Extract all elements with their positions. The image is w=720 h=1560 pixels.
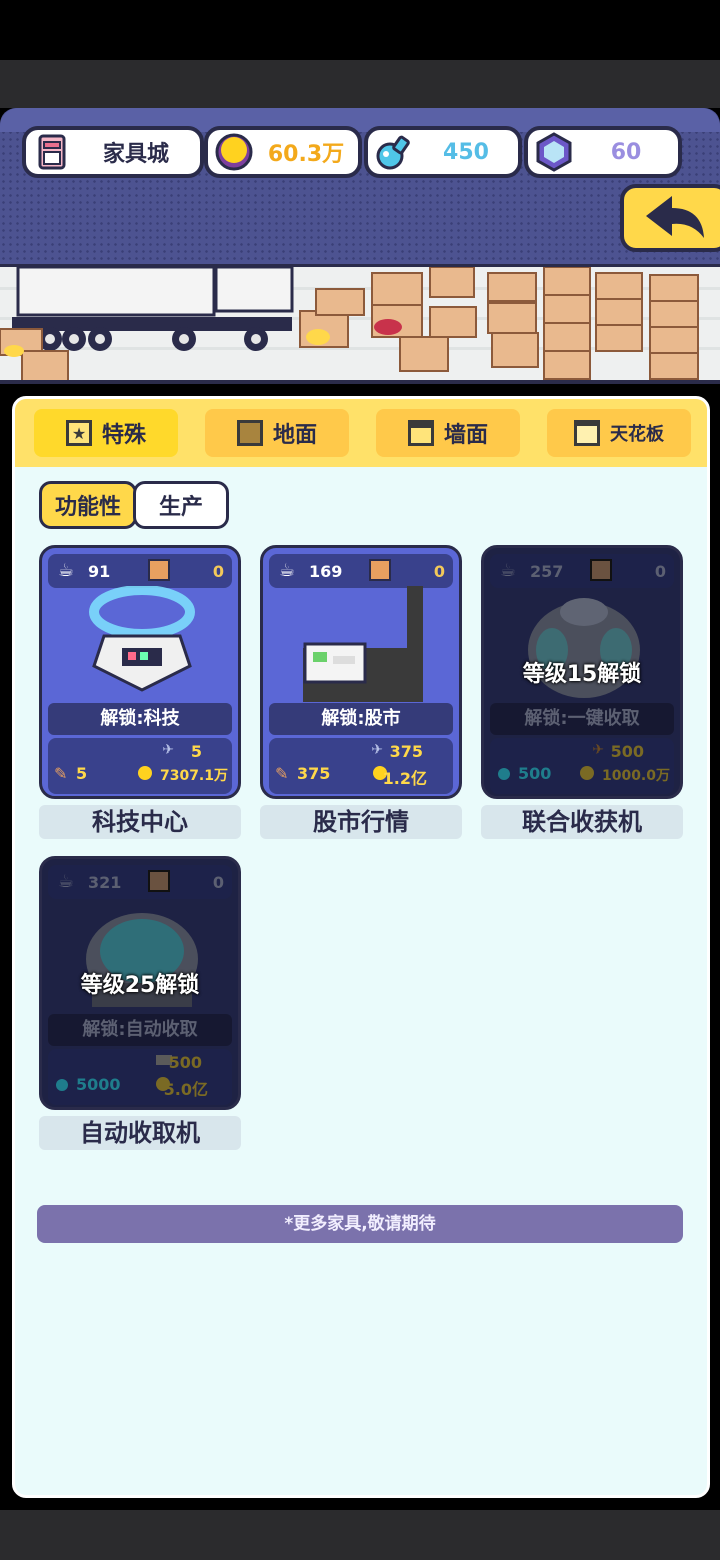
cost-potion: 500 <box>518 764 552 783</box>
item-name-auto-collector: 自动收取机 <box>39 1116 241 1150</box>
stock-market-art <box>303 586 423 702</box>
subtab-functional[interactable]: 功能性 <box>39 481 137 529</box>
cup-icon: ☕ <box>58 871 75 892</box>
card-unlock-label: 解锁:一键收取 <box>490 703 674 735</box>
gem-pill: 60 <box>524 126 682 178</box>
furniture-panel: ★ 特殊 地面 墙面 天花板 功能性 生产 ☕ 91 0 解锁:科技 ✈ 5 ✎… <box>12 396 710 1498</box>
card-costs: ✈ 500 500 1000.0万 <box>490 738 674 794</box>
category-tabs: ★ 特殊 地面 墙面 天花板 <box>15 399 707 467</box>
potion-pill: 450 <box>364 126 522 178</box>
tool-icon: ✈ <box>592 742 604 758</box>
potion-small-icon <box>498 768 510 780</box>
store-icon <box>32 132 72 172</box>
subtab-production[interactable]: 生产 <box>133 481 229 529</box>
potion-icon <box>374 132 414 172</box>
card-unlock-label: 解锁:自动收取 <box>48 1014 232 1046</box>
back-arrow-icon <box>646 196 704 238</box>
gold-amount: 60.3万 <box>267 142 345 167</box>
cost-ticket: 5 <box>76 764 88 783</box>
card-count: 0 <box>433 562 445 581</box>
ceiling-icon <box>574 420 600 446</box>
coin-icon <box>138 766 152 780</box>
gold-pill: 60.3万 <box>204 126 362 178</box>
cup-icon: ☕ <box>500 560 517 581</box>
card-topbar: ☕ 321 0 <box>48 865 232 899</box>
cost-gold: 5.0亿 <box>163 1080 208 1099</box>
item-name-stock-market: 股市行情 <box>260 805 462 839</box>
card-topbar: ☕ 91 0 <box>48 554 232 588</box>
shop-name: 家具城 <box>102 142 169 167</box>
card-level: 91 <box>88 562 111 581</box>
cost-tool: 5 <box>190 742 202 761</box>
coin-icon <box>580 766 594 780</box>
box-icon <box>148 559 170 581</box>
tab-ceiling-label: 天花板 <box>610 424 664 445</box>
tool-icon: ✈ <box>371 742 383 758</box>
tech-center-art <box>89 586 195 692</box>
potion-small-icon <box>56 1079 68 1091</box>
card-count: 0 <box>212 873 224 892</box>
ticket-icon: ✎ <box>54 764 68 783</box>
cost-tool: 375 <box>389 742 423 761</box>
floor-icon <box>236 420 263 446</box>
card-costs: 500 5000 5.0亿 <box>48 1049 232 1105</box>
item-card-combine-harvester[interactable]: ☕ 257 0 等级15解锁 解锁:一键收取 ✈ 500 500 1000.0万 <box>481 545 683 799</box>
card-costs: ✈ 5 ✎ 5 7307.1万 <box>48 738 232 794</box>
card-unlock-label: 解锁:股市 <box>269 703 453 735</box>
ticket-icon: ✎ <box>275 764 289 783</box>
potion-amount: 450 <box>443 139 489 165</box>
lock-message: 等级25解锁 <box>80 973 200 998</box>
box-icon <box>590 559 612 581</box>
tab-special[interactable]: ★ 特殊 <box>34 409 178 457</box>
gold-coin-icon <box>214 132 254 172</box>
tool-icon: ✈ <box>162 742 174 758</box>
card-level: 321 <box>88 873 122 892</box>
gem-amount: 60 <box>610 139 642 165</box>
tab-wall-label: 墙面 <box>443 423 488 448</box>
tab-floor-label: 地面 <box>272 423 317 448</box>
cup-icon: ☕ <box>279 560 296 581</box>
item-card-tech-center[interactable]: ☕ 91 0 解锁:科技 ✈ 5 ✎ 5 7307.1万 <box>39 545 241 799</box>
shop-name-pill: 家具城 <box>22 126 204 178</box>
back-button[interactable] <box>620 184 720 252</box>
tab-floor[interactable]: 地面 <box>205 409 349 457</box>
cost-gold: 7307.1万 <box>159 768 228 784</box>
cost-tool: 500 <box>610 742 644 761</box>
star-icon: ★ <box>65 420 92 446</box>
card-topbar: ☕ 169 0 <box>269 554 453 588</box>
cost-stone: 500 <box>168 1053 202 1072</box>
cost-ticket: 375 <box>297 764 331 783</box>
card-topbar: ☕ 257 0 <box>490 554 674 588</box>
warehouse-scene <box>0 264 720 384</box>
cost-gold: 1000.0万 <box>601 768 670 784</box>
cost-gold: 1.2亿 <box>382 769 427 788</box>
card-count: 0 <box>212 562 224 581</box>
card-level: 257 <box>530 562 564 581</box>
top-band <box>0 60 720 108</box>
card-level: 169 <box>309 562 343 581</box>
item-card-auto-collector[interactable]: ☕ 321 0 等级25解锁 解锁:自动收取 500 5000 5.0亿 <box>39 856 241 1110</box>
tab-wall[interactable]: 墙面 <box>376 409 520 457</box>
item-card-stock-market[interactable]: ☕ 169 0 解锁:股市 ✈ 375 ✎ 375 1.2亿 <box>260 545 462 799</box>
card-count: 0 <box>654 562 666 581</box>
cost-potion: 5000 <box>76 1075 121 1094</box>
card-unlock-label: 解锁:科技 <box>48 703 232 735</box>
box-icon <box>369 559 391 581</box>
tab-ceiling[interactable]: 天花板 <box>547 409 691 457</box>
item-name-combine-harvester: 联合收获机 <box>481 805 683 839</box>
card-costs: ✈ 375 ✎ 375 1.2亿 <box>269 738 453 794</box>
lock-message: 等级15解锁 <box>522 662 642 687</box>
status-bar <box>0 0 720 60</box>
more-furniture-note: *更多家具,敬请期待 <box>37 1205 683 1243</box>
nav-bar <box>0 1510 720 1560</box>
tab-special-label: 特殊 <box>101 423 146 448</box>
gem-icon <box>534 132 574 172</box>
cup-icon: ☕ <box>58 560 75 581</box>
box-icon <box>148 870 170 892</box>
item-name-tech-center: 科技中心 <box>39 805 241 839</box>
wall-icon <box>407 420 434 446</box>
